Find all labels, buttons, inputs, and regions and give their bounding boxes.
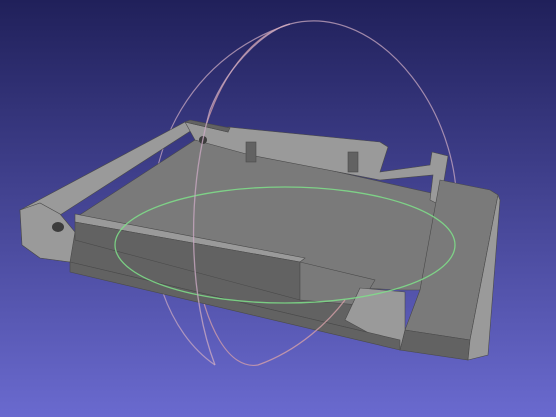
left-end-block xyxy=(19,202,76,263)
3d-model-mesh-icon[interactable] xyxy=(0,0,556,417)
left-screw-hole xyxy=(52,222,64,232)
3d-viewport[interactable] xyxy=(0,0,556,417)
back-post-1 xyxy=(245,141,257,163)
back-post-2 xyxy=(347,151,359,173)
